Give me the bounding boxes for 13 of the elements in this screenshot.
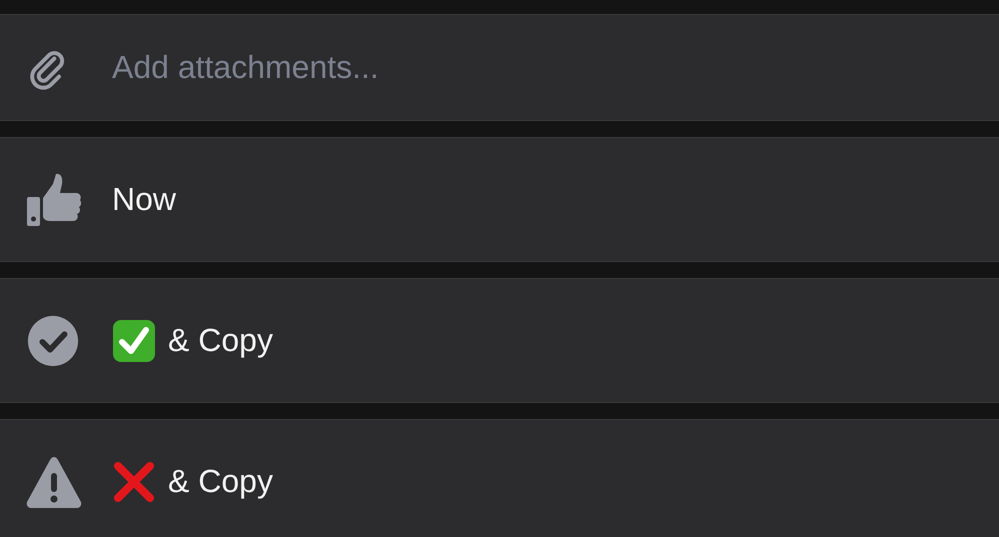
list-row[interactable]: Add attachments... <box>0 14 999 121</box>
warning-icon <box>26 456 82 508</box>
list-row[interactable]: Now <box>0 137 999 262</box>
row-label: Add attachments... <box>112 49 379 86</box>
check-mark-icon <box>112 318 156 362</box>
row-label: & Copy <box>168 322 273 359</box>
check-circle-icon <box>26 314 80 368</box>
list-row[interactable]: & Copy <box>0 278 999 403</box>
row-label: Now <box>112 181 176 218</box>
row-label: & Copy <box>168 463 273 500</box>
thumbs-up-icon <box>26 172 82 228</box>
cross-mark-icon <box>112 460 156 504</box>
list-row[interactable]: & Copy <box>0 419 999 537</box>
